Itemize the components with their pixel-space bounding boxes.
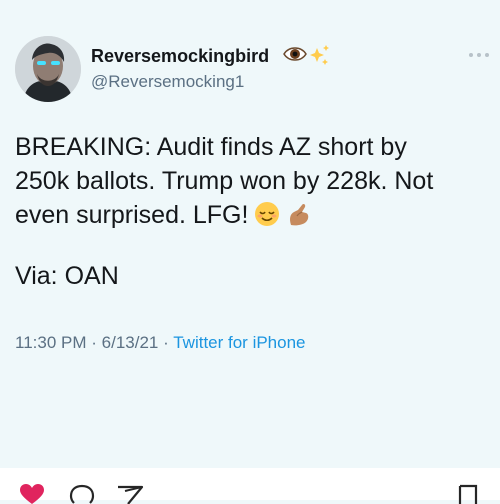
relieved-face-emoji	[255, 202, 280, 226]
tweet-text-line: BREAKING: Audit finds AZ short by	[15, 133, 407, 161]
tweet-meta: 11:30 PM · 6/13/21 · Twitter for iPhone	[15, 333, 306, 353]
tweet-text-line-3: even surprised. LFG!	[15, 198, 487, 232]
tweet-text: BREAKING: Audit finds AZ short by 250k b…	[15, 130, 487, 232]
pinching-hand-emoji	[290, 203, 309, 226]
heart-icon[interactable]	[18, 484, 46, 504]
handle[interactable]: @Reversemocking1	[91, 72, 244, 92]
bookmark-icon[interactable]	[456, 484, 480, 504]
action-bar	[0, 468, 500, 504]
share-icon[interactable]	[116, 484, 144, 504]
comment-icon[interactable]	[68, 484, 96, 504]
tweet-date[interactable]: 6/13/21	[102, 333, 159, 352]
display-name[interactable]: Reversemockingbird	[91, 46, 269, 67]
meta-separator: ·	[91, 333, 97, 352]
tweet-time: 11:30 PM	[15, 333, 87, 352]
tweet-text-line: even surprised. LFG!	[15, 201, 249, 229]
tweet-text-line: 250k ballots. Trump won by 228k. Not	[15, 167, 434, 195]
eye-emoji	[283, 47, 307, 61]
name-emojis	[283, 45, 329, 65]
tweet-card: Reversemockingbird @Reversemocking1 BREA…	[0, 0, 500, 468]
avatar[interactable]	[15, 36, 81, 102]
more-icon[interactable]	[468, 50, 490, 60]
sparkles-emoji	[310, 45, 329, 65]
via-text: Via: OAN	[15, 262, 119, 290]
meta-separator: ·	[163, 333, 169, 352]
tweet-source[interactable]: Twitter for iPhone	[173, 333, 305, 352]
